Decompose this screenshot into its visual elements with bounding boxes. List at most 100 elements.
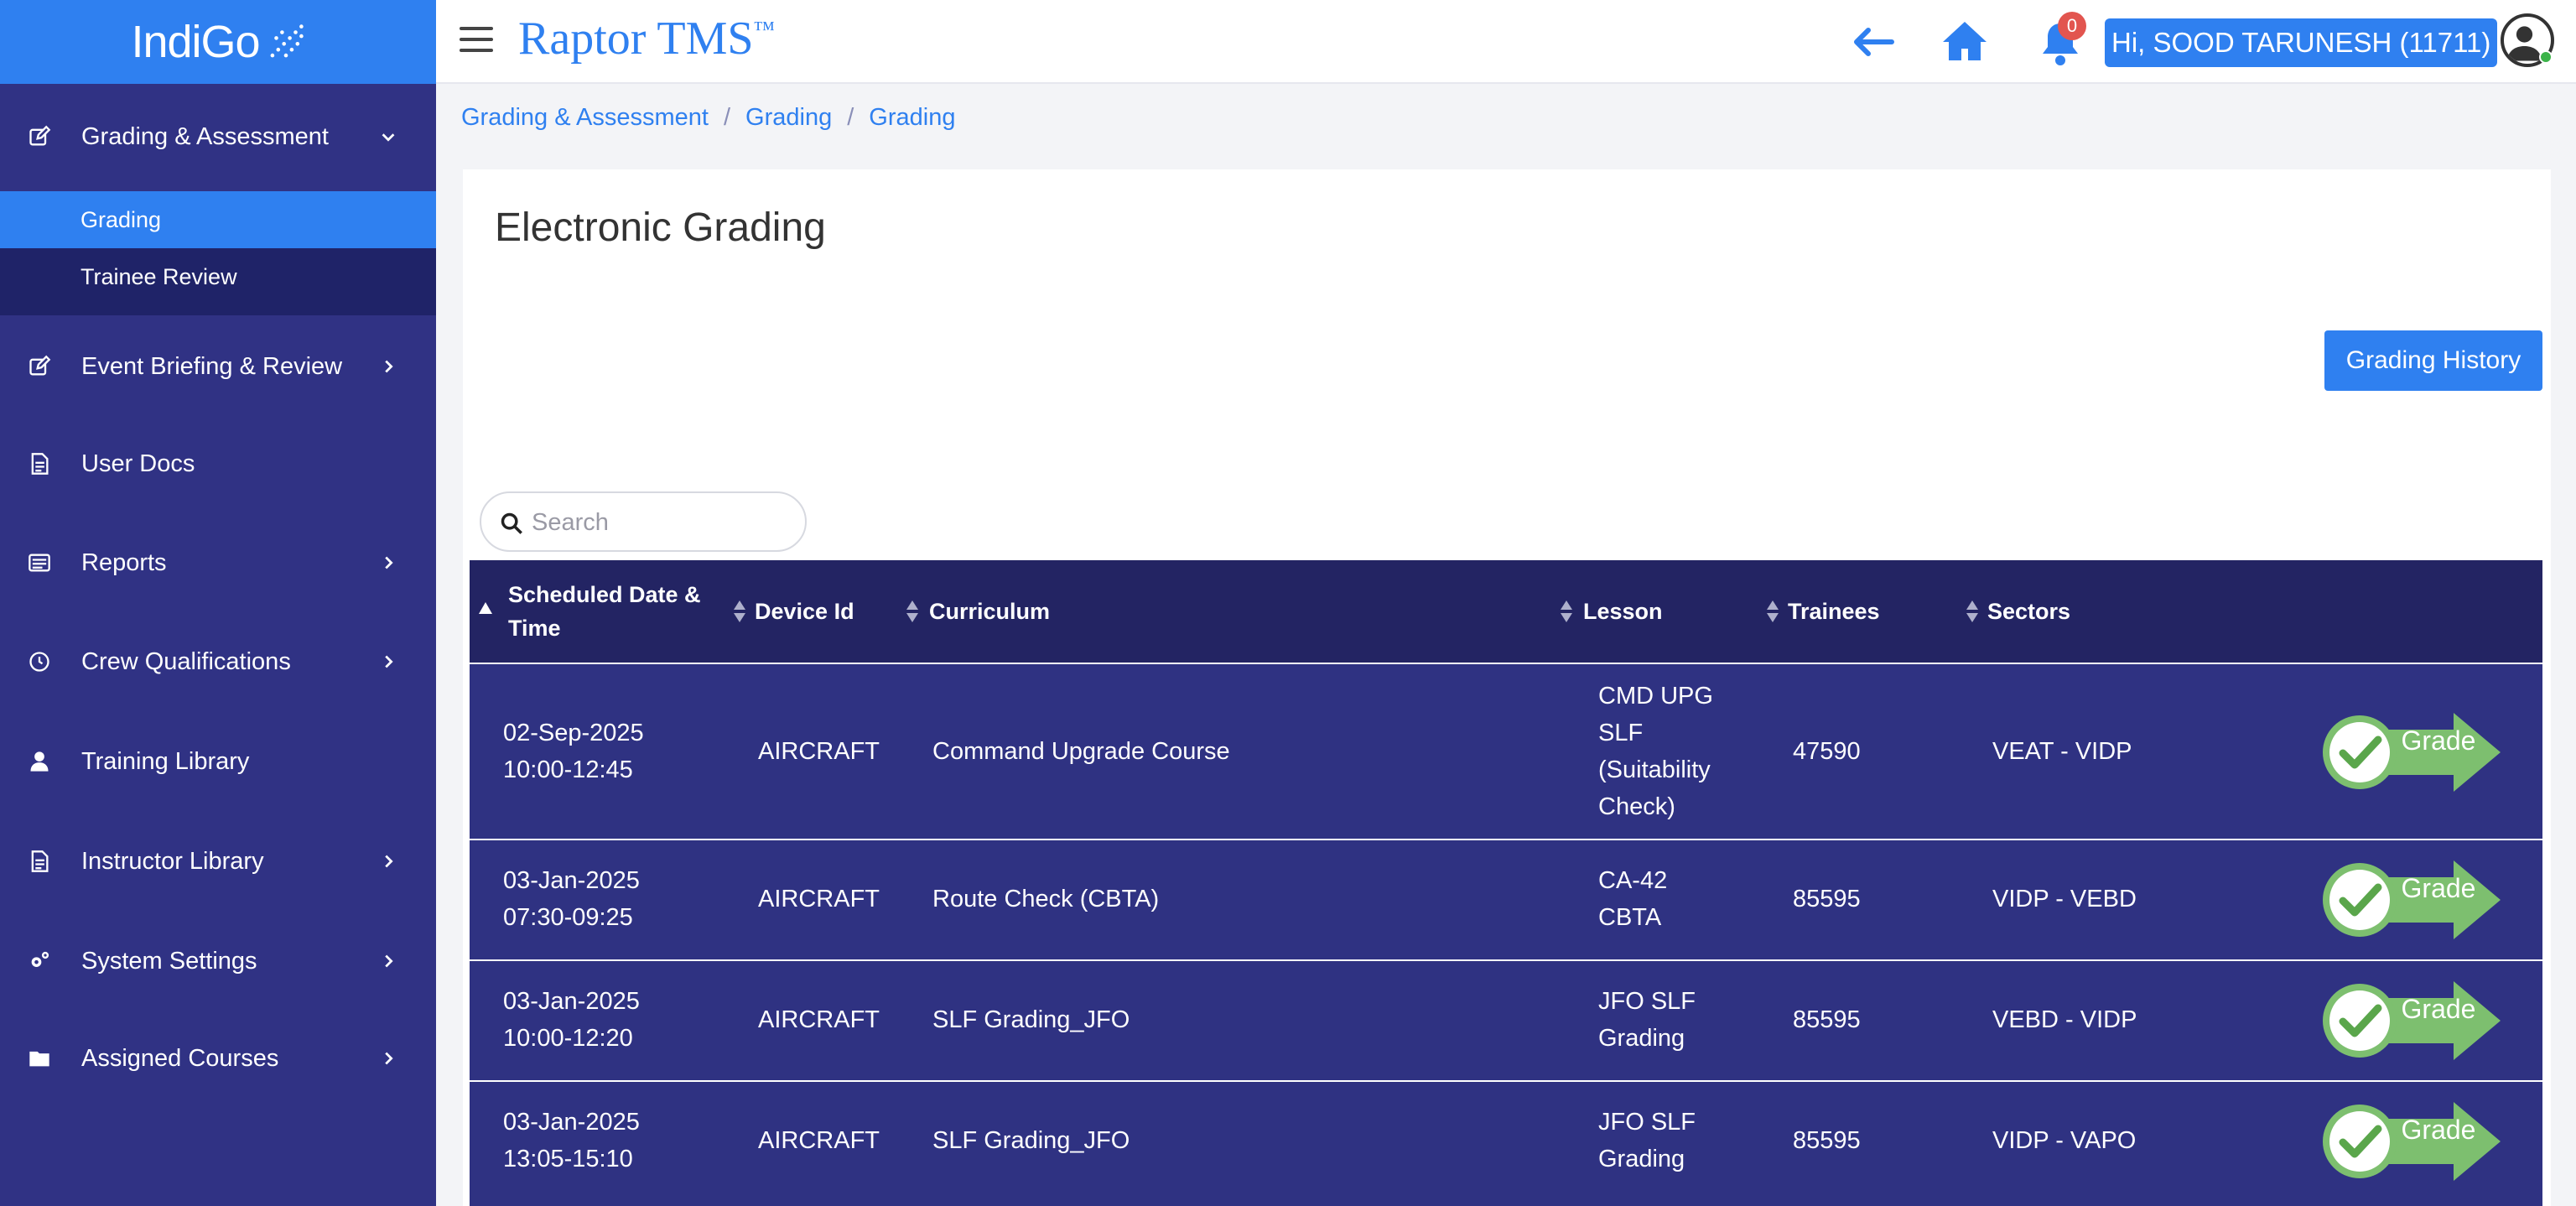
- sidebar-item-system-settings[interactable]: System Settings: [0, 932, 436, 990]
- clock-icon: [27, 649, 52, 674]
- sidebar-item-user-docs[interactable]: User Docs: [0, 434, 436, 493]
- column-header-sectors[interactable]: Sectors: [1966, 560, 2133, 663]
- document-icon: [27, 451, 52, 476]
- column-header-trainees[interactable]: Trainees: [1766, 560, 1934, 663]
- column-header-lesson[interactable]: Lesson: [1560, 560, 1727, 663]
- grading-history-button[interactable]: Grading History: [2324, 330, 2542, 391]
- sidebar-item-label: System Settings: [81, 947, 257, 975]
- search-icon: [501, 512, 522, 534]
- user-greeting[interactable]: Hi, SOOD TARUNESH (11711): [2105, 18, 2498, 67]
- folder-icon: [27, 1046, 52, 1071]
- grade-button[interactable]: Grade: [2321, 711, 2502, 793]
- cell-curriculum: Route Check (CBTA): [932, 886, 1160, 912]
- indigo-logo[interactable]: IndiGo: [131, 16, 304, 68]
- cell-device: AIRCRAFT: [758, 1006, 880, 1033]
- grade-button[interactable]: Grade: [2321, 980, 2502, 1062]
- sidebar-submenu: Grading Trainee Review: [0, 191, 436, 315]
- search-box: [480, 491, 807, 552]
- grade-label: Grade: [2402, 1115, 2476, 1145]
- sidebar-item-label: Event Briefing & Review: [81, 352, 343, 380]
- cell-scheduled: 03-Jan-2025 10:00-12:20: [503, 983, 640, 1057]
- trademark-mark: ™: [753, 17, 776, 41]
- sidebar-item-training-library[interactable]: Training Library: [0, 732, 436, 791]
- sidebar-item-grading-assessment[interactable]: Grading & Assessment: [0, 107, 436, 166]
- table-row: 03-Jan-2025 13:05-15:10 AIRCRAFT SLF Gra…: [470, 1080, 2542, 1206]
- row-time: 07:30-09:25: [503, 904, 633, 931]
- cell-sectors: VIDP - VAPO: [1992, 1127, 2137, 1154]
- cell-lesson: CA-42 CBTA: [1598, 867, 1668, 931]
- column-label: Trainees: [1788, 599, 1880, 624]
- sort-icon: [1767, 600, 1779, 622]
- report-icon: [27, 550, 52, 575]
- chevron-right-icon: [385, 1052, 393, 1065]
- logo-text: IndiGo: [131, 17, 260, 67]
- document-icon: [27, 849, 52, 874]
- sidebar: IndiGo Grading & Assessment Grading Trai…: [0, 0, 436, 1206]
- brand-title: Raptor TMS™: [518, 12, 775, 65]
- brand-name: Raptor TMS: [518, 13, 754, 65]
- breadcrumb-link-grading-assessment[interactable]: Grading & Assessment: [461, 104, 709, 132]
- sort-icon: [1966, 600, 1978, 622]
- breadcrumb: Grading & Assessment / Grading / Grading: [461, 104, 955, 132]
- row-date: 03-Jan-2025: [503, 988, 640, 1015]
- back-arrow-icon[interactable]: [1852, 25, 1895, 59]
- breadcrumb-current[interactable]: Grading: [869, 104, 955, 132]
- breadcrumb-separator: /: [847, 104, 854, 131]
- cell-curriculum: SLF Grading_JFO: [932, 1127, 1130, 1154]
- column-label: Sectors: [1987, 599, 2071, 624]
- edit-icon: [27, 354, 52, 379]
- column-label: Lesson: [1583, 599, 1663, 624]
- sort-icon: [734, 600, 745, 622]
- sidebar-item-reports[interactable]: Reports: [0, 533, 436, 592]
- column-header-curriculum[interactable]: Curriculum: [906, 560, 1560, 663]
- row-time: 10:00-12:20: [503, 1025, 633, 1052]
- cell-scheduled: 02-Sep-2025 10:00-12:45: [503, 715, 644, 788]
- breadcrumb-separator: /: [723, 104, 731, 131]
- cell-trainees: 85595: [1793, 886, 1861, 912]
- sidebar-item-label: Reports: [81, 548, 167, 576]
- column-label: Scheduled Date & Time: [508, 582, 701, 641]
- sort-ascending-icon: [479, 602, 492, 614]
- column-header-scheduled[interactable]: Scheduled Date & Time: [478, 560, 713, 663]
- cell-trainees: 47590: [1793, 738, 1861, 765]
- table-row: 02-Sep-2025 10:00-12:45 AIRCRAFT Command…: [470, 663, 2542, 839]
- grade-button[interactable]: Grade: [2321, 859, 2502, 941]
- sidebar-item-crew-qualifications[interactable]: Crew Qualifications: [0, 632, 436, 691]
- sidebar-subitem-label: Trainee Review: [80, 263, 237, 289]
- grade-button[interactable]: Grade: [2321, 1100, 2502, 1183]
- sidebar-item-label: Instructor Library: [81, 847, 264, 875]
- cell-lesson: JFO SLF Grading: [1598, 988, 1696, 1052]
- cell-curriculum: SLF Grading_JFO: [932, 1006, 1130, 1033]
- cell-device: AIRCRAFT: [758, 738, 880, 765]
- cell-device: AIRCRAFT: [758, 886, 880, 912]
- cell-sectors: VEBD - VIDP: [1992, 1006, 2137, 1033]
- sidebar-subitem-trainee-review[interactable]: Trainee Review: [0, 248, 436, 305]
- sidebar-item-label: Training Library: [81, 747, 250, 775]
- notification-count-badge: 0: [2058, 12, 2086, 40]
- page-title: Electronic Grading: [495, 205, 826, 250]
- row-date: 03-Jan-2025: [503, 867, 640, 894]
- search-input[interactable]: [532, 505, 792, 540]
- top-header: Raptor TMS™ 0 Hi, SOOD TARUNESH (11711): [436, 0, 2576, 84]
- cell-scheduled: 03-Jan-2025 13:05-15:10: [503, 1104, 640, 1177]
- sidebar-item-assigned-courses[interactable]: Assigned Courses: [0, 1029, 436, 1088]
- cell-trainees: 85595: [1793, 1127, 1861, 1154]
- home-icon[interactable]: [1942, 20, 1987, 62]
- table-row: 03-Jan-2025 07:30-09:25 AIRCRAFT Route C…: [470, 839, 2542, 959]
- row-date: 02-Sep-2025: [503, 720, 644, 746]
- gears-icon: [27, 949, 52, 974]
- sidebar-item-instructor-library[interactable]: Instructor Library: [0, 832, 436, 891]
- breadcrumb-link-grading[interactable]: Grading: [745, 104, 832, 132]
- sidebar-subitem-label: Grading: [80, 206, 162, 232]
- hamburger-menu-icon[interactable]: [460, 27, 493, 55]
- plane-dots-icon: [270, 24, 304, 58]
- chevron-right-icon: [385, 954, 393, 968]
- sidebar-item-event-briefing[interactable]: Event Briefing & Review: [0, 337, 436, 396]
- sidebar-subitem-grading[interactable]: Grading: [0, 191, 436, 248]
- cell-trainees: 85595: [1793, 1006, 1861, 1033]
- cell-scheduled: 03-Jan-2025 07:30-09:25: [503, 862, 640, 936]
- column-header-device[interactable]: Device Id: [733, 560, 901, 663]
- grade-label: Grade: [2402, 873, 2476, 903]
- sort-icon: [1561, 600, 1572, 622]
- cell-device: AIRCRAFT: [758, 1127, 880, 1154]
